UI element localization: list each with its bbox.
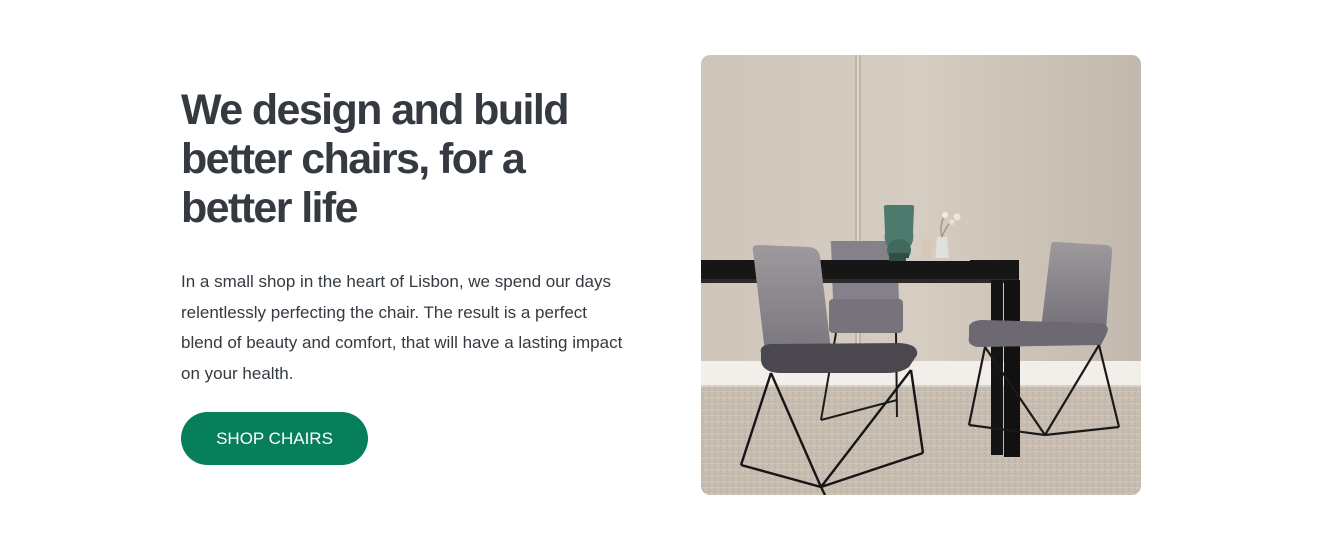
hero-description: In a small shop in the heart of Lisbon, …: [181, 272, 623, 383]
hero-text-column: We design and build better chairs, for a…: [181, 86, 641, 466]
hero-image-dining-chairs: [701, 55, 1141, 495]
hero-headline: We design and build better chairs, for a…: [181, 86, 569, 232]
shop-chairs-button[interactable]: SHOP CHAIRS: [181, 412, 368, 466]
hero-section: We design and build better chairs, for a…: [0, 0, 1323, 554]
